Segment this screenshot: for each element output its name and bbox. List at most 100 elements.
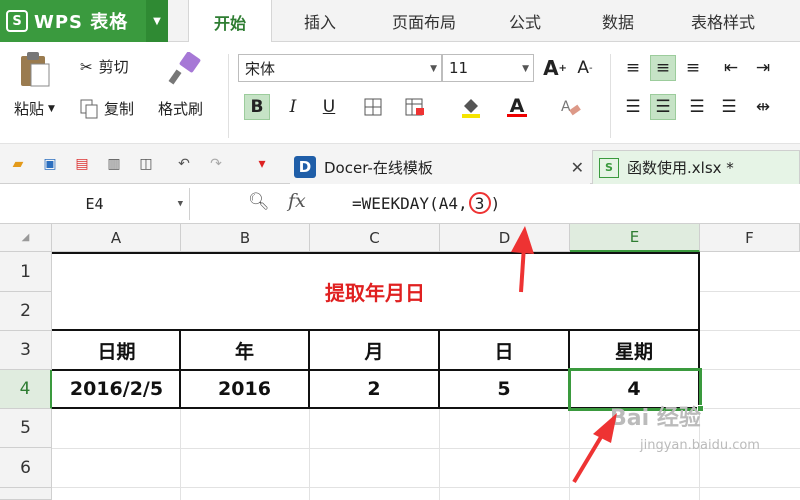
close-icon[interactable]: ✕	[571, 158, 584, 177]
chevron-down-icon: ▼	[177, 199, 183, 209]
font-size-select[interactable]: 11 ▼	[442, 54, 534, 82]
distributed-icon: ⇹	[755, 97, 771, 117]
grow-font-button[interactable]: A +	[542, 55, 568, 81]
distributed-align-button[interactable]: ⇹	[750, 94, 776, 120]
justify-button[interactable]: ☰	[716, 94, 742, 120]
name-box-value: E4	[85, 195, 104, 213]
spreadsheet-grid[interactable]: ◢ A B C D E F 1 2 3 4 5 6 提取年月日 日期 年 月 日…	[0, 224, 800, 500]
row-header-2[interactable]: 2	[0, 292, 52, 331]
column-header-a[interactable]: A	[52, 224, 181, 252]
row-header-5[interactable]: 5	[0, 409, 52, 448]
app-menu-button[interactable]: S WPS 表格 ▼	[0, 0, 168, 42]
format-painter-icon-button[interactable]	[166, 52, 202, 88]
tab-page-layout[interactable]: 页面布局	[372, 0, 476, 42]
font-name-select[interactable]: 宋体 ▼	[238, 54, 442, 82]
export-pdf-icon[interactable]: ▤	[72, 154, 92, 174]
clear-format-button[interactable]: A	[558, 94, 584, 120]
column-header-c[interactable]: C	[310, 224, 440, 252]
cell-c3[interactable]: 月	[310, 331, 438, 369]
chevron-down-icon[interactable]: ▼	[146, 0, 168, 42]
divider	[228, 54, 229, 138]
cell-a4[interactable]: 2016/2/5	[54, 371, 179, 407]
cell-c4[interactable]: 2	[310, 371, 438, 407]
tab-table-style[interactable]: 表格样式	[668, 0, 778, 42]
cell-a3[interactable]: 日期	[54, 331, 179, 369]
column-header-f[interactable]: F	[700, 224, 800, 252]
paste-button[interactable]	[18, 50, 58, 90]
align-center-button[interactable]: ☰	[650, 94, 676, 120]
doc-tab-docer[interactable]: D Docer-在线模板 ✕	[290, 150, 590, 184]
grow-font-icon: A	[543, 56, 559, 80]
doc-tab-file[interactable]: S 函数使用.xlsx *	[592, 150, 800, 184]
paste-label: 粘贴	[14, 100, 45, 118]
border-button[interactable]	[360, 94, 386, 120]
copy-button[interactable]: 复制	[80, 98, 134, 119]
underline-icon: U	[322, 97, 336, 117]
select-all-corner[interactable]: ◢	[0, 224, 52, 252]
merged-title-cell[interactable]: 提取年月日	[52, 254, 698, 329]
redo-icon[interactable]: ↷	[206, 154, 226, 174]
fill-color-button[interactable]	[458, 94, 484, 120]
copy-icon	[80, 99, 98, 119]
brush-icon	[166, 52, 202, 88]
app-name: WPS 表格	[34, 12, 129, 33]
row-header-3[interactable]: 3	[0, 331, 52, 370]
open-folder-icon[interactable]: ▰	[8, 154, 28, 174]
align-top-button[interactable]: ≡	[620, 55, 646, 81]
cell-b3[interactable]: 年	[181, 331, 308, 369]
tab-data[interactable]: 数据	[580, 0, 656, 42]
zoom-function-icon[interactable]: 🔍︎	[248, 192, 270, 212]
grid-line	[700, 408, 800, 409]
paint-bucket-icon	[460, 96, 482, 118]
cell-b4[interactable]: 2016	[181, 371, 308, 407]
undo-icon[interactable]: ↶	[174, 154, 194, 174]
italic-button[interactable]: I	[280, 94, 306, 120]
tab-home[interactable]: 开始	[188, 0, 272, 43]
border-icon	[364, 98, 382, 116]
cell-style-button[interactable]	[402, 94, 428, 120]
cut-label: 剪切	[98, 58, 129, 76]
cut-button[interactable]: ✂ 剪切	[80, 56, 129, 77]
print-preview-icon[interactable]: ◫	[136, 154, 156, 174]
tab-insert[interactable]: 插入	[282, 0, 358, 42]
justify-icon: ☰	[721, 97, 737, 117]
paste-label-button[interactable]: 粘贴 ▼	[14, 98, 55, 119]
cell-d4[interactable]: 5	[440, 371, 568, 407]
column-header-b[interactable]: B	[181, 224, 310, 252]
font-color-button[interactable]: A	[504, 94, 530, 120]
format-painter-button[interactable]: 格式刷	[158, 98, 203, 119]
row-header-1[interactable]: 1	[0, 252, 52, 292]
name-box[interactable]: E4 ▼	[0, 188, 190, 220]
save-icon[interactable]: ▣	[40, 154, 60, 174]
print-icon[interactable]: ▥	[104, 154, 124, 174]
format-painter-label: 格式刷	[158, 100, 204, 118]
customize-dropdown-icon[interactable]: ▾	[252, 154, 272, 174]
align-bottom-button[interactable]: ≡	[680, 55, 706, 81]
chevron-down-icon: ▼	[48, 103, 55, 114]
tab-formulas[interactable]: 公式	[490, 0, 560, 42]
italic-icon: I	[289, 97, 297, 117]
decrease-indent-button[interactable]: ⇤	[718, 55, 744, 81]
align-right-button[interactable]: ☰	[684, 94, 710, 120]
row-header-4[interactable]: 4	[0, 370, 52, 409]
font-name-value: 宋体	[245, 59, 276, 78]
column-header-e[interactable]: E	[570, 224, 700, 252]
scissors-icon: ✂	[80, 57, 93, 76]
grid-line	[700, 291, 800, 292]
align-middle-button[interactable]: ≡	[650, 55, 676, 81]
align-middle-icon: ≡	[655, 58, 671, 78]
cell-e3[interactable]: 星期	[570, 331, 698, 369]
grid-line	[700, 369, 800, 370]
align-left-button[interactable]: ☰	[620, 94, 646, 120]
formula-input[interactable]: =WEEKDAY(A4, 3)	[352, 192, 500, 214]
column-header-d[interactable]: D	[440, 224, 570, 252]
bold-button[interactable]: B	[244, 94, 270, 120]
row-header-6[interactable]: 6	[0, 448, 52, 488]
formula-bar: E4 ▼ 🔍︎ fx =WEEKDAY(A4, 3)	[0, 184, 800, 224]
shrink-font-button[interactable]: A-	[572, 55, 598, 81]
increase-indent-button[interactable]: ⇥	[750, 55, 776, 81]
fx-icon[interactable]: fx	[288, 190, 306, 212]
underline-button[interactable]: U	[316, 94, 342, 120]
row-header-7[interactable]	[0, 488, 52, 500]
cell-d3[interactable]: 日	[440, 331, 568, 369]
